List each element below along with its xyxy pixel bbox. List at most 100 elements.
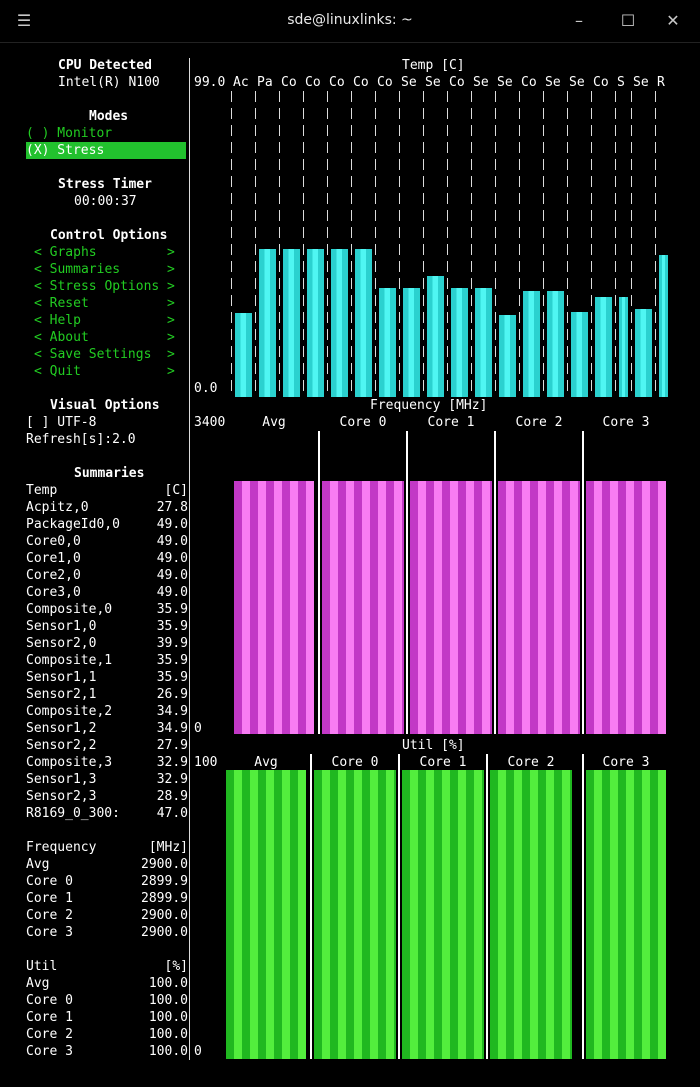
temp-summary-label: Sensor2,2 — [26, 738, 97, 753]
freq_graph-bar — [234, 481, 314, 734]
temp-summary-value: 35.9 — [156, 602, 188, 617]
freq_graph-column-label: Avg — [262, 415, 286, 430]
freq-summary-label: Core 0 — [26, 874, 73, 889]
temp-sensor-label: R — [657, 75, 665, 90]
util_graph-column-label: Core 0 — [331, 755, 379, 770]
temp-summary-label: R8169_0_300: — [26, 806, 120, 821]
temp-sensor-label: Co — [449, 75, 465, 90]
temp-bar — [235, 313, 252, 397]
util-summary-label: Core 0 — [26, 993, 73, 1008]
util_graph-bar — [490, 770, 572, 1059]
temp-summary-label: Composite,1 — [26, 653, 113, 668]
utf8-checkbox[interactable]: [ ] UTF-8 — [26, 414, 96, 431]
temp-sensor-label: Co — [353, 75, 369, 90]
refresh-rate[interactable]: Refresh[s]:2.0 — [26, 431, 136, 448]
freq-summary-label: Core 2 — [26, 908, 73, 923]
temp-bar — [259, 249, 276, 397]
temp-summary-value: 39.9 — [156, 636, 188, 651]
control-option[interactable]: < Reset > — [34, 295, 175, 312]
control-option[interactable]: < Quit > — [34, 363, 175, 380]
temp-sensor-label: Co — [305, 75, 321, 90]
mode-stress-radio[interactable]: (X) Stress — [26, 142, 186, 159]
util-summary-value: 100.0 — [148, 1027, 188, 1042]
temp-summary-value: 27.9 — [156, 738, 188, 753]
temp-column-separator — [631, 91, 632, 397]
freq-summary-value: 2899.9 — [141, 891, 188, 906]
mode-monitor-radio[interactable]: ( ) Monitor — [26, 125, 112, 142]
control-heading: Control Options — [50, 228, 168, 243]
temp-column-separator — [231, 91, 232, 397]
temp-column-separator — [255, 91, 256, 397]
util_graph-column-separator — [310, 754, 312, 1059]
temp-summary-value: 47.0 — [156, 806, 188, 821]
temp-summary-value: 49.0 — [156, 534, 188, 549]
temp-summary-value: 26.9 — [156, 687, 188, 702]
temp-bar — [595, 297, 612, 397]
util_graph-column-label: Core 2 — [507, 755, 555, 770]
util-summary-value: 100.0 — [148, 1010, 188, 1025]
temp-sensor-label: Se — [569, 75, 585, 90]
temp-sensor-label: Co — [329, 75, 345, 90]
freq-summary-label: Core 1 — [26, 891, 73, 906]
temp-summary-label: Core0,0 — [26, 534, 81, 549]
temp-sensor-label: Co — [377, 75, 393, 90]
temp-bar — [379, 288, 396, 397]
temp-summary-label: Sensor1,3 — [26, 772, 97, 787]
freq_graph-column-label: Core 1 — [427, 415, 475, 430]
temp-bar — [547, 291, 564, 397]
freq-summary-value: 2899.9 — [141, 874, 188, 889]
control-option[interactable]: < About > — [34, 329, 175, 346]
timer-value: 00:00:37 — [74, 194, 137, 209]
temp-column-separator — [447, 91, 448, 397]
modes-heading: Modes — [89, 109, 129, 124]
freq-summary-label: Core 3 — [26, 925, 73, 940]
temp-bar — [523, 291, 540, 397]
maximize-icon[interactable]: ☐ — [615, 8, 641, 34]
close-icon[interactable]: ✕ — [660, 8, 686, 34]
summaries-heading: Summaries — [74, 466, 145, 481]
temp-column-separator — [375, 91, 376, 397]
temp-summary-value: 35.9 — [156, 619, 188, 634]
temp-sensor-label: Co — [281, 75, 297, 90]
util_graph-column-separator — [486, 754, 488, 1059]
temp-column-separator — [615, 91, 616, 397]
util_graph-column-label: Avg — [254, 755, 278, 770]
freq-graph-title: Frequency [MHz] — [370, 398, 488, 413]
util-summary-header: Util — [26, 959, 58, 974]
util_graph-column-separator — [398, 754, 400, 1059]
temp-summary-value: 28.9 — [156, 789, 188, 804]
temp-sensor-label: Co — [593, 75, 609, 90]
temp-summary-unit: [C] — [164, 483, 188, 498]
temp-summary-value: 32.9 — [156, 755, 188, 770]
control-option[interactable]: < Save Settings > — [34, 346, 175, 363]
temp-bar — [659, 255, 668, 397]
util-graph-min: 0 — [194, 1044, 202, 1059]
freq_graph-bar — [498, 481, 580, 734]
freq_graph-column-separator — [406, 431, 408, 734]
temp-column-separator — [543, 91, 544, 397]
temp-summary-label: Composite,0 — [26, 602, 113, 617]
temp-column-separator — [399, 91, 400, 397]
temp-bar — [451, 288, 468, 397]
temp-sensor-label: Se — [497, 75, 513, 90]
temp-summary-value: 32.9 — [156, 772, 188, 787]
minimize-icon[interactable]: – — [566, 8, 592, 34]
freq-summary-label: Avg — [26, 857, 50, 872]
temp-column-separator — [655, 91, 656, 397]
temp-sensor-label: Se — [473, 75, 489, 90]
temp-summary-label: Sensor2,1 — [26, 687, 97, 702]
freq_graph-column-separator — [318, 431, 320, 734]
control-option[interactable]: < Summaries > — [34, 261, 175, 278]
freq-graph-max: 3400 — [194, 415, 226, 430]
temp-bar — [283, 249, 300, 397]
util-summary-label: Core 2 — [26, 1027, 73, 1042]
temp-column-separator — [495, 91, 496, 397]
control-option[interactable]: < Graphs > — [34, 244, 175, 261]
control-option[interactable]: < Stress Options > — [34, 278, 175, 295]
temp-sensor-label: Se — [425, 75, 441, 90]
temp-summary-value: 27.8 — [156, 500, 188, 515]
temp-column-separator — [519, 91, 520, 397]
control-option[interactable]: < Help > — [34, 312, 175, 329]
stress-radio-mark: (X) — [26, 143, 50, 158]
temp-column-separator — [471, 91, 472, 397]
